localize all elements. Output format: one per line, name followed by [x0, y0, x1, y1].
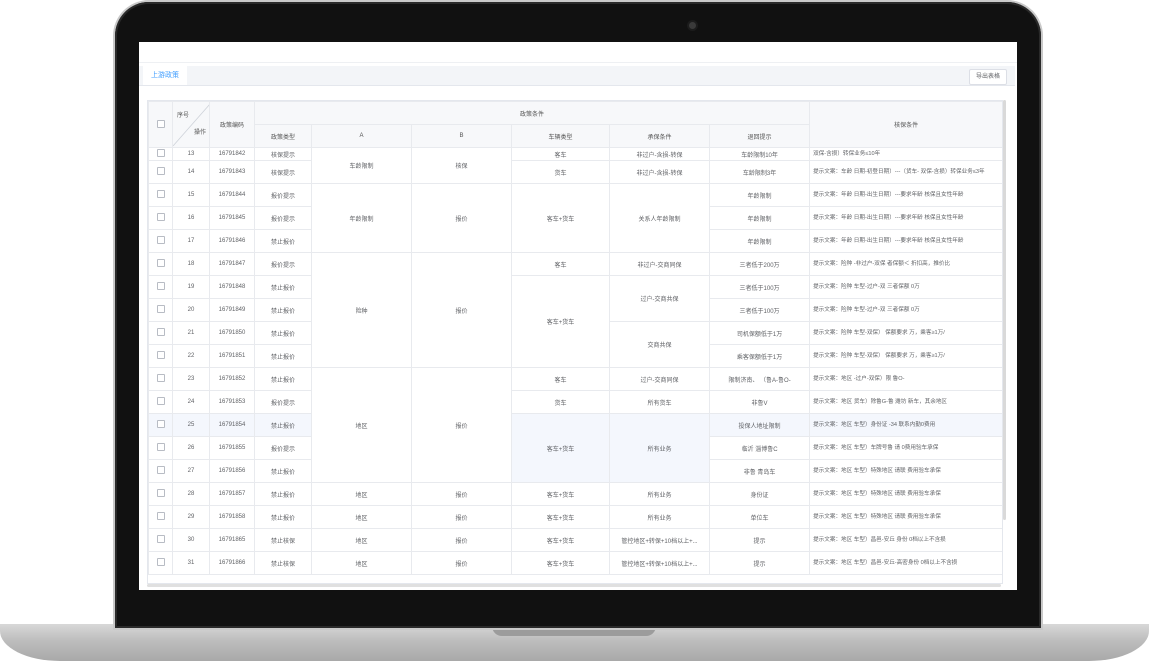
table-row[interactable]: 24 16791853 报价提示 货车 所有货车 非鲁V 提示文案：地区 货车）… — [148, 390, 1002, 414]
select-all-checkbox[interactable] — [156, 119, 165, 128]
camera-icon — [689, 22, 696, 29]
seq-op-header: 序号 操作 — [172, 101, 210, 148]
table-row[interactable]: 25 16791854 禁止报价 客车+货车 所有业务 投保人地址限制 提示文案… — [148, 413, 1002, 483]
row-checkbox[interactable] — [156, 213, 165, 221]
row-checkbox[interactable] — [156, 351, 165, 359]
row-checkbox[interactable] — [156, 512, 165, 520]
underwrite-header: 承保条件 — [609, 124, 710, 148]
top-header — [139, 42, 1017, 63]
conditions-group-header: 政策条件 — [253, 101, 811, 125]
table-row[interactable]: 28 16791857 禁止报价 地区 报价 客车+货车 所有业务 身份证 提示… — [148, 482, 1002, 506]
row-checkbox[interactable] — [156, 420, 165, 428]
row-checkbox[interactable] — [156, 397, 165, 405]
table-row[interactable]: 23 16791852 禁止报价 地区 报价 客车 过户-交商同保 限制济南、 … — [148, 367, 1002, 483]
vehicle-header: 车辆类型 — [511, 124, 610, 148]
vertical-scrollbar[interactable] — [1003, 100, 1006, 520]
row-checkbox[interactable] — [156, 535, 165, 543]
seq-header: 序号 — [177, 112, 190, 119]
row-checkbox[interactable] — [156, 259, 165, 267]
row-checkbox[interactable] — [156, 282, 165, 290]
tabs-bar: 上游政策 导出表格 — [139, 66, 1015, 86]
op-header: 操作 — [193, 129, 206, 136]
app-screen: 上游政策 导出表格 序号 操作 政策编码 政策条件 核保条件 政策类型 A B … — [139, 42, 1017, 590]
policy-table: 序号 操作 政策编码 政策条件 核保条件 政策类型 A B 车辆类型 承保条件 … — [147, 100, 1003, 584]
core-header: 核保条件 — [809, 101, 1002, 148]
table-row[interactable]: 15 16791844 报价提示 年龄限制 报价 客车+货车 关系人年龄限制 年… — [148, 183, 1002, 253]
export-table-button[interactable]: 导出表格 — [968, 69, 1007, 85]
table-row[interactable]: 18 16791847 报价提示 险种 报价 客车 非过户-交商同保 三者低于2… — [148, 252, 1002, 368]
select-all-header[interactable] — [148, 101, 173, 148]
row-checkbox[interactable] — [156, 466, 165, 474]
table-row[interactable]: 29 16791858 禁止报价 地区 报价 客车+货车 所有业务 单位车 提示… — [148, 505, 1002, 529]
policy-type-header: 政策类型 — [254, 124, 312, 148]
table-row[interactable]: 30 16791865 禁止核保 地区 报价 客车+货车 管控地区+转保+10档… — [148, 528, 1002, 552]
row-checkbox[interactable] — [156, 443, 165, 451]
tab-upstream-policy[interactable]: 上游政策 — [143, 66, 187, 85]
row-checkbox[interactable] — [156, 167, 165, 175]
table-row[interactable]: 14 16791843 核保提示 货车 非过户-含损-转保 车龄限制3年 提示文… — [148, 160, 1002, 184]
table-row[interactable]: 19 16791848 禁止报价 客车+货车 过户-交商共保 三者低于100万 … — [148, 275, 1002, 368]
table-row[interactable]: 13 16791842 核保提示 车龄限制 核保 客车 非过户-含损-转保 车龄… — [148, 147, 1002, 184]
row-checkbox[interactable] — [156, 190, 165, 198]
horizontal-scrollbar[interactable] — [147, 584, 1001, 587]
row-checkbox[interactable] — [156, 374, 165, 382]
row-checkbox[interactable] — [156, 149, 165, 157]
row-checkbox[interactable] — [156, 328, 165, 336]
code-header: 政策编码 — [209, 101, 255, 148]
table-row[interactable]: 31 16791866 禁止核保 地区 报价 客车+货车 管控地区+转保+10档… — [148, 551, 1002, 575]
return-tip-header: 退回提示 — [708, 124, 811, 148]
row-checkbox[interactable] — [156, 305, 165, 313]
row-checkbox[interactable] — [156, 236, 165, 244]
b-header: B — [411, 124, 512, 148]
a-header: A — [311, 124, 412, 148]
row-checkbox[interactable] — [156, 489, 165, 497]
row-checkbox[interactable] — [156, 558, 165, 566]
